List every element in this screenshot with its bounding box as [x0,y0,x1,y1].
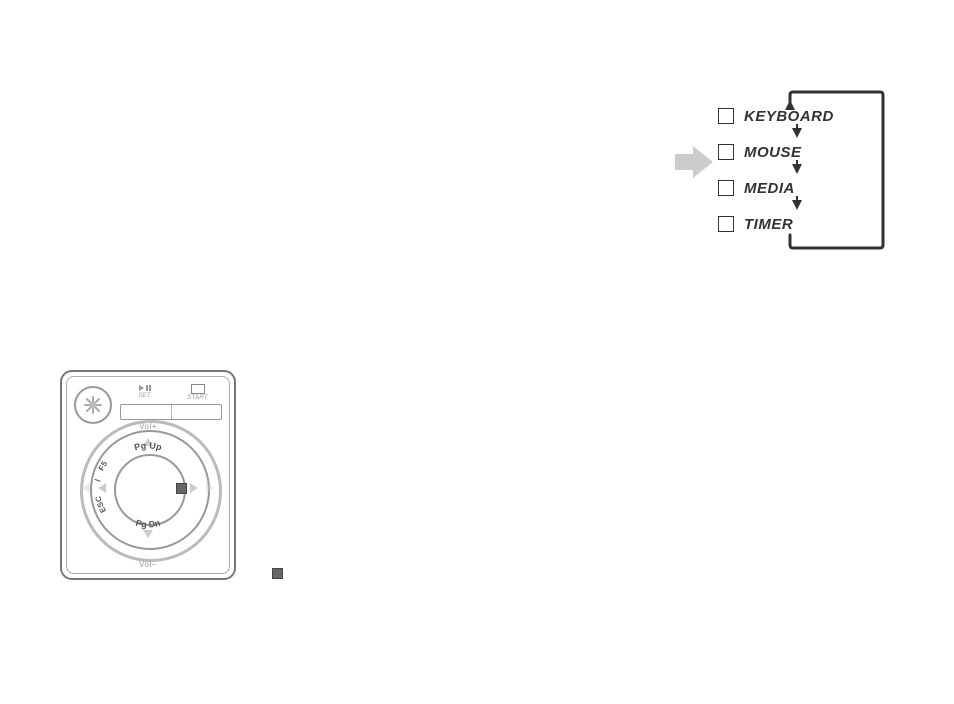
dial-left-label-a: ESC [93,495,108,514]
mode-item-timer: TIMER [718,208,834,240]
mode-label: TIMER [744,216,793,233]
mode-checkbox-keyboard [718,108,734,124]
dial-text-icon: Pg Up Pg Dn ESC / F5 [88,428,208,548]
led-caption: START [187,395,208,401]
led-start: START [173,384,222,401]
svg-text:F5: F5 [97,459,110,472]
mode-item-media: MEDIA [718,172,834,204]
starburst-icon [83,395,103,415]
mode-checkbox-timer [718,216,734,232]
dial-left-label-b: F5 [97,459,110,472]
laser-button-icon [74,386,112,424]
down-arrow-icon [792,200,802,210]
step-arrow-icon [675,144,715,180]
svg-text:/: / [93,478,102,482]
mode-switch-icon [120,404,222,420]
led-caption: SET [138,393,151,399]
play-pause-icon [138,384,152,392]
svg-text:Pg Up: Pg Up [133,440,163,452]
svg-text:Pg Dn: Pg Dn [135,518,162,530]
dial-bottom-label: Pg Dn [135,518,162,530]
dial-top-label: Pg Up [133,440,163,452]
mode-checkbox-mouse [718,144,734,160]
stop-icon [191,384,205,394]
mode-item-mouse: MOUSE [718,136,834,168]
mode-label: MEDIA [744,180,795,197]
stop-icon [272,568,283,579]
down-arrow-icon [792,128,802,138]
led-set: SET [120,384,169,401]
mode-item-keyboard: KEYBOARD [718,100,834,132]
mode-checkbox-media [718,180,734,196]
led-indicator-row: SET START [120,384,222,401]
mode-label: KEYBOARD [744,108,834,125]
mode-list: KEYBOARD MOUSE MEDIA TIMER [718,100,834,244]
vol-down-label: Vol− [139,560,157,569]
remote-illustration: SET START Vol+ [60,370,236,580]
svg-text:ESC: ESC [93,495,108,514]
down-arrow-icon [792,164,802,174]
mode-label: MOUSE [744,144,802,161]
